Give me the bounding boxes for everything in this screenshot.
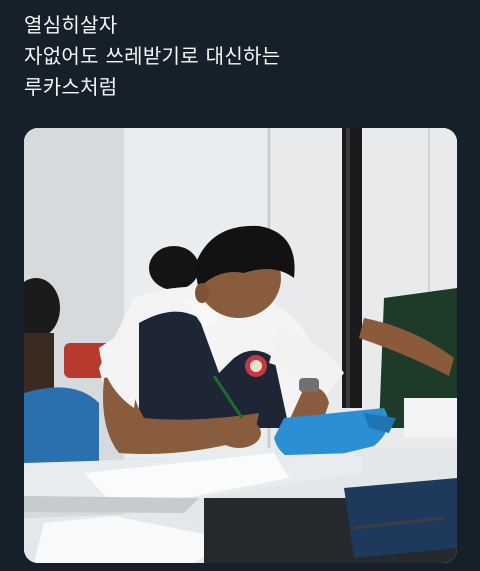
classroom-photo-illustration xyxy=(24,128,457,563)
tweet-line-3: 루카스처럼 xyxy=(24,75,118,99)
tweet-line-2: 자없어도 쓰레받기로 대신하는 xyxy=(24,44,281,68)
tweet-photo[interactable] xyxy=(24,128,457,563)
tweet-text: 열심히살자 자없어도 쓰레받기로 대신하는 루카스처럼 xyxy=(24,10,464,103)
tweet-line-1: 열심히살자 xyxy=(24,13,118,37)
